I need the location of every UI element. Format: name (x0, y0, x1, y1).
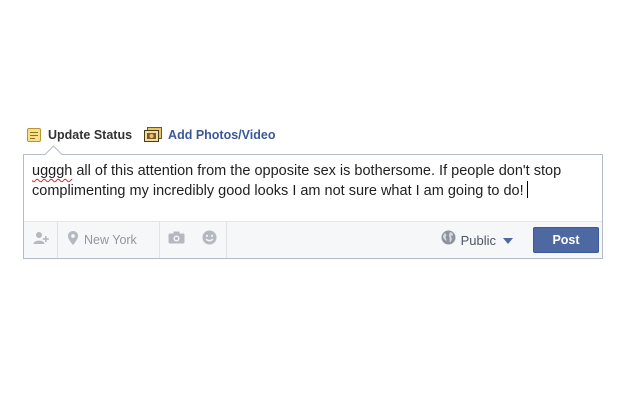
tag-people-button[interactable] (24, 222, 58, 258)
audience-label: Public (460, 232, 496, 248)
smiley-icon (202, 230, 217, 250)
post-button[interactable]: Post (533, 227, 599, 253)
camera-icon (168, 231, 185, 249)
tab-add-photos-video-label: Add Photos/Video (168, 128, 276, 142)
page: Update Status Add Photos/Video ugggh all… (0, 0, 620, 400)
status-text: all of this attention from the opposite … (32, 163, 566, 199)
globe-icon (441, 230, 456, 250)
audience-selector[interactable]: Public (441, 230, 513, 250)
add-photo-button[interactable] (160, 222, 193, 258)
photo-icon (144, 127, 163, 143)
tab-add-photos-video[interactable]: Add Photos/Video (144, 126, 275, 144)
location-pin-icon (68, 230, 78, 250)
tab-update-status-label: Update Status (48, 128, 133, 142)
status-composer: ugggh all of this attention from the opp… (23, 145, 603, 259)
tab-update-status[interactable]: Update Status (26, 126, 132, 144)
status-text-input[interactable]: ugggh all of this attention from the opp… (32, 161, 592, 219)
composer-tabs: Update Status Add Photos/Video (26, 123, 287, 147)
feeling-button[interactable] (193, 222, 227, 258)
text-cursor (526, 181, 528, 198)
composer-footer: New York Public Post (24, 221, 602, 258)
chevron-down-icon (503, 231, 513, 249)
add-person-icon (33, 231, 49, 250)
location-placeholder: New York (84, 233, 137, 247)
location-button[interactable]: New York (58, 222, 160, 258)
misspelled-word: ugggh (32, 163, 73, 179)
status-note-icon (26, 127, 42, 143)
